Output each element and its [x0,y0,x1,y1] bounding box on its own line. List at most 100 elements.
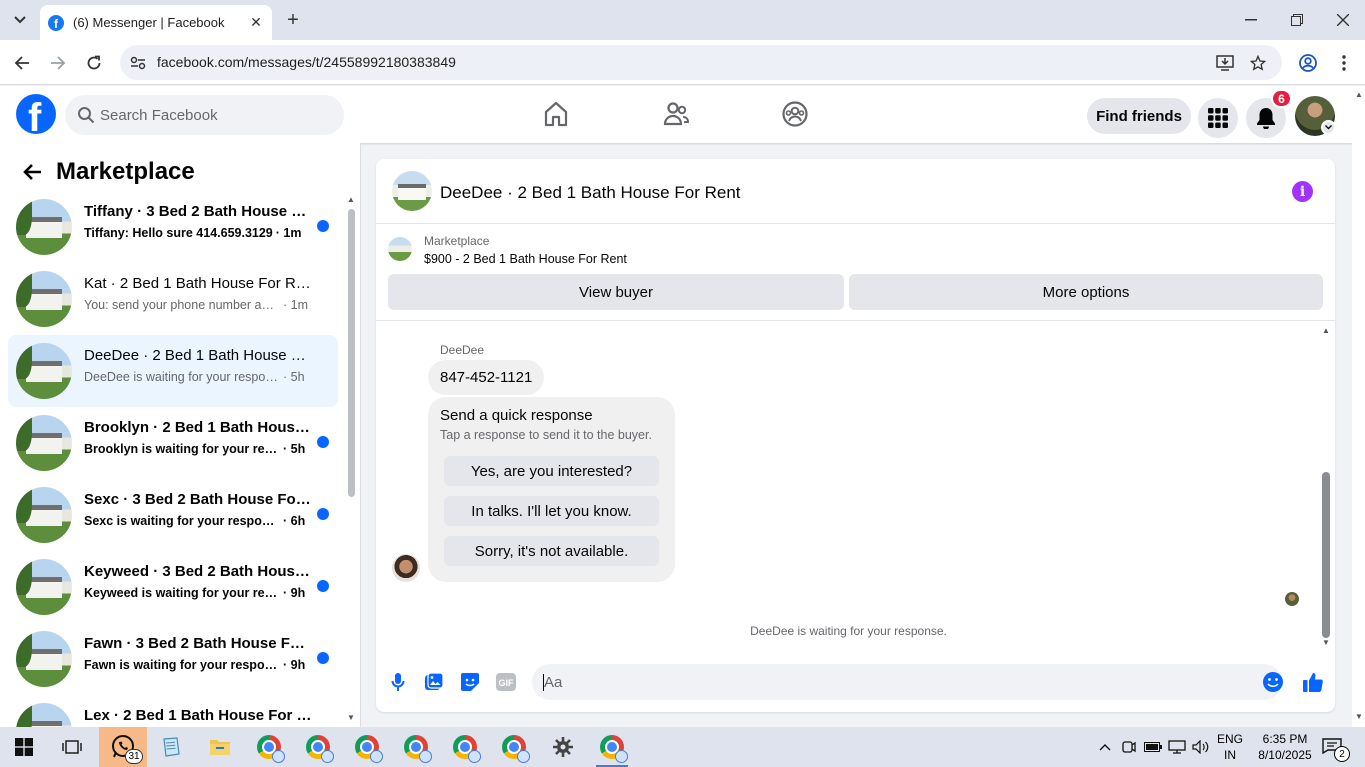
chrome-taskbar-button-active[interactable] [588,727,636,767]
forward-button[interactable] [45,50,71,76]
chrome-taskbar-button[interactable] [490,727,538,767]
emoji-icon[interactable] [1261,670,1285,694]
tab-close-icon[interactable]: ✕ [248,14,264,31]
chrome-icon [306,735,334,763]
address-bar[interactable]: facebook.com/messages/t/2455899218038384… [120,45,1282,80]
conversation-item[interactable]: Tiffany · 3 Bed 2 Bath House For Rent Ti… [8,191,338,263]
conversation-item[interactable]: Sexc · 3 Bed 2 Bath House For Rent Sexc … [8,479,338,551]
new-tab-button[interactable]: + [282,9,304,31]
conversation-item[interactable]: Kat · 2 Bed 1 Bath House For Rent You: s… [8,263,338,335]
conversation-item-active[interactable]: DeeDee · 2 Bed 1 Bath House For Rent Dee… [8,335,338,407]
listing-price[interactable]: $900 - 2 Bed 1 Bath House For Rent [424,252,627,266]
battery-icon[interactable] [1143,727,1163,767]
input-language[interactable]: ENG IN [1213,731,1247,763]
task-view-button[interactable] [48,727,96,767]
site-info-icon[interactable] [128,53,148,73]
whatsapp-taskbar-button[interactable]: 31 [99,727,147,767]
close-window-button[interactable] [1328,8,1358,32]
scrollbar-thumb[interactable] [348,209,355,497]
thumbs-up-icon[interactable] [1301,670,1325,694]
minimize-button[interactable] [1236,8,1266,32]
seen-indicator-avatar [1285,592,1299,606]
chrome-taskbar-button[interactable] [294,727,342,767]
facebook-logo-icon[interactable]: f [16,94,56,134]
sender-avatar[interactable] [392,554,420,582]
more-options-button[interactable]: More options [849,274,1323,310]
restore-icon [1291,14,1303,26]
scroll-up-arrow-icon[interactable]: ▲ [1322,326,1330,335]
file-explorer-taskbar-button[interactable] [196,727,244,767]
quick-reply-button[interactable]: In talks. I'll let you know. [444,496,659,526]
chat-panel: DeeDee · 2 Bed 1 Bath House For Rent i M… [376,159,1335,712]
scroll-up-arrow-icon[interactable]: ▲ [347,195,355,204]
profile-button[interactable] [1295,50,1321,76]
restore-button[interactable] [1282,8,1312,32]
chrome-taskbar-button[interactable] [245,727,293,767]
photo-icon[interactable] [422,670,446,694]
scroll-up-arrow-icon[interactable]: ▲ [1355,90,1363,99]
conversation-snippet: Sexc is waiting for your response. · 6h [84,514,306,528]
chrome-taskbar-button[interactable] [343,727,391,767]
conversation-name: Fawn · 3 Bed 2 Bath House For Rent [84,635,312,652]
message-input[interactable] [544,664,1244,700]
kebab-menu-icon [1342,55,1346,71]
settings-taskbar-button[interactable] [539,727,587,767]
back-button[interactable] [9,50,35,76]
back-button[interactable] [16,156,48,188]
microphone-icon[interactable] [386,670,410,694]
network-icon[interactable] [1167,727,1187,767]
gif-icon[interactable]: GIF [494,670,518,694]
info-icon[interactable]: i [1292,181,1313,202]
start-button[interactable] [0,727,48,767]
scrollbar-thumb[interactable] [1322,472,1330,638]
conversation-item[interactable]: Fawn · 3 Bed 2 Bath House For Rent Fawn … [8,623,338,695]
conversation-snippet: Fawn is waiting for your respon... · 9h [84,658,306,672]
quick-reply-button[interactable]: Sorry, it's not available. [444,536,659,566]
listing-avatar[interactable] [392,171,432,211]
tab-title: (6) Messenger | Facebook [73,15,225,30]
quick-reply-button[interactable]: Yes, are you interested? [444,456,659,486]
home-icon[interactable] [542,100,570,128]
message-bubble[interactable]: 847-452-1121 [428,360,545,395]
facebook-favicon-icon: f [48,14,64,31]
volume-icon[interactable] [1191,727,1211,767]
chevron-down-icon[interactable] [1321,120,1336,135]
page-scrollbar[interactable]: ▲ ▼ [1352,86,1365,727]
search-input[interactable] [100,95,330,135]
meet-now-icon[interactable] [1120,727,1138,767]
friends-icon[interactable] [662,100,690,128]
facebook-search[interactable] [65,95,344,135]
listing-thumbnail [16,415,72,471]
conversation-item[interactable]: Keyweed · 3 Bed 2 Bath House For Rent Ke… [8,551,338,623]
chrome-taskbar-button[interactable] [392,727,440,767]
facebook-header: f Find friends [0,86,1352,143]
tab-search-button[interactable] [6,7,34,33]
conversation-item[interactable]: Lex · 2 Bed 1 Bath House For Rent [8,695,338,727]
marketplace-header: Marketplace [16,155,195,189]
thread-scrollbar[interactable]: ▲ ▼ [1320,326,1332,648]
browser-menu-button[interactable] [1331,50,1357,76]
notepad-taskbar-button[interactable] [147,727,195,767]
chevron-up-icon[interactable] [1096,727,1114,767]
menu-grid-button[interactable] [1198,98,1238,138]
find-friends-button[interactable]: Find friends [1087,98,1191,134]
reload-button[interactable] [81,50,107,76]
conversation-item[interactable]: Brooklyn · 2 Bed 1 Bath House For Rent B… [8,407,338,479]
chrome-taskbar-button[interactable] [441,727,489,767]
scroll-down-arrow-icon[interactable]: ▼ [1355,712,1363,721]
scroll-down-arrow-icon[interactable]: ▼ [347,713,355,722]
sticker-icon[interactable] [458,670,482,694]
view-buyer-button[interactable]: View buyer [388,274,844,310]
install-app-icon[interactable] [1215,53,1235,73]
chat-title[interactable]: DeeDee · 2 Bed 1 Bath House For Rent [440,183,741,203]
listing-thumbnail [16,631,72,687]
groups-icon[interactable] [781,100,809,128]
action-center-button[interactable]: 2 [1322,738,1350,762]
list-scrollbar[interactable]: ▲ ▼ [345,195,357,723]
browser-tab-messenger[interactable]: f (6) Messenger | Facebook ✕ [40,5,272,40]
bookmark-star-icon[interactable] [1248,53,1268,73]
scroll-down-arrow-icon[interactable]: ▼ [1322,638,1330,647]
notification-count-badge: 6 [1271,89,1292,108]
message-input-wrapper[interactable] [532,664,1282,700]
clock[interactable]: 6:35 PM 8/10/2025 [1254,731,1316,763]
